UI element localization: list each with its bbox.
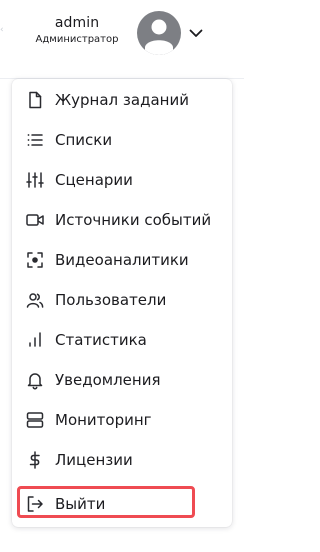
users-icon [25,290,45,310]
user-info: admin Администратор [22,14,132,47]
logout-icon [25,494,45,514]
chevron-down-icon[interactable] [185,22,207,44]
menu-item-notifications[interactable]: Уведомления [12,363,232,397]
menu-item-label: Пользователи [55,291,167,309]
document-icon [25,90,45,110]
user-role: Администратор [35,34,119,45]
menu-item-label: Сценарии [55,171,133,189]
bar-chart-icon [25,330,45,350]
menu-item-label: Источники событий [55,211,212,229]
menu-item-label: Уведомления [55,371,161,389]
back-chevron-icon: ‹ [0,25,4,35]
user-dropdown-menu: Журнал заданий Списки Сценарии Источники… [12,79,232,527]
menu-item-monitoring[interactable]: Мониторинг [12,403,232,437]
sliders-icon [25,170,45,190]
list-icon [25,130,45,150]
menu-item-label: Лицензии [55,451,133,469]
user-header: ‹ admin Администратор [0,0,244,79]
menu-item-label: Выйти [55,495,106,513]
menu-item-label: Списки [55,131,113,149]
menu-item-users[interactable]: Пользователи [12,283,232,317]
username: admin [54,15,100,31]
video-camera-icon [25,210,45,230]
menu-item-label: Мониторинг [55,411,152,429]
menu-item-lists[interactable]: Списки [12,123,232,157]
menu-item-licenses[interactable]: Лицензии [12,443,232,477]
server-icon [25,410,45,430]
menu-item-logout[interactable]: Выйти [12,487,232,521]
dollar-icon [25,450,45,470]
bell-icon [25,370,45,390]
menu-item-label: Видеоаналитики [55,251,189,269]
menu-item-statistics[interactable]: Статистика [12,323,232,357]
menu-item-label: Статистика [55,331,147,349]
menu-item-scenarios[interactable]: Сценарии [12,163,232,197]
menu-item-task-log[interactable]: Журнал заданий [12,83,232,117]
menu-item-label: Журнал заданий [55,91,189,109]
menu-item-event-sources[interactable]: Источники событий [12,203,232,237]
menu-item-video-analytics[interactable]: Видеоаналитики [12,243,232,277]
avatar-icon[interactable] [137,11,181,55]
focus-frame-icon [25,250,45,270]
